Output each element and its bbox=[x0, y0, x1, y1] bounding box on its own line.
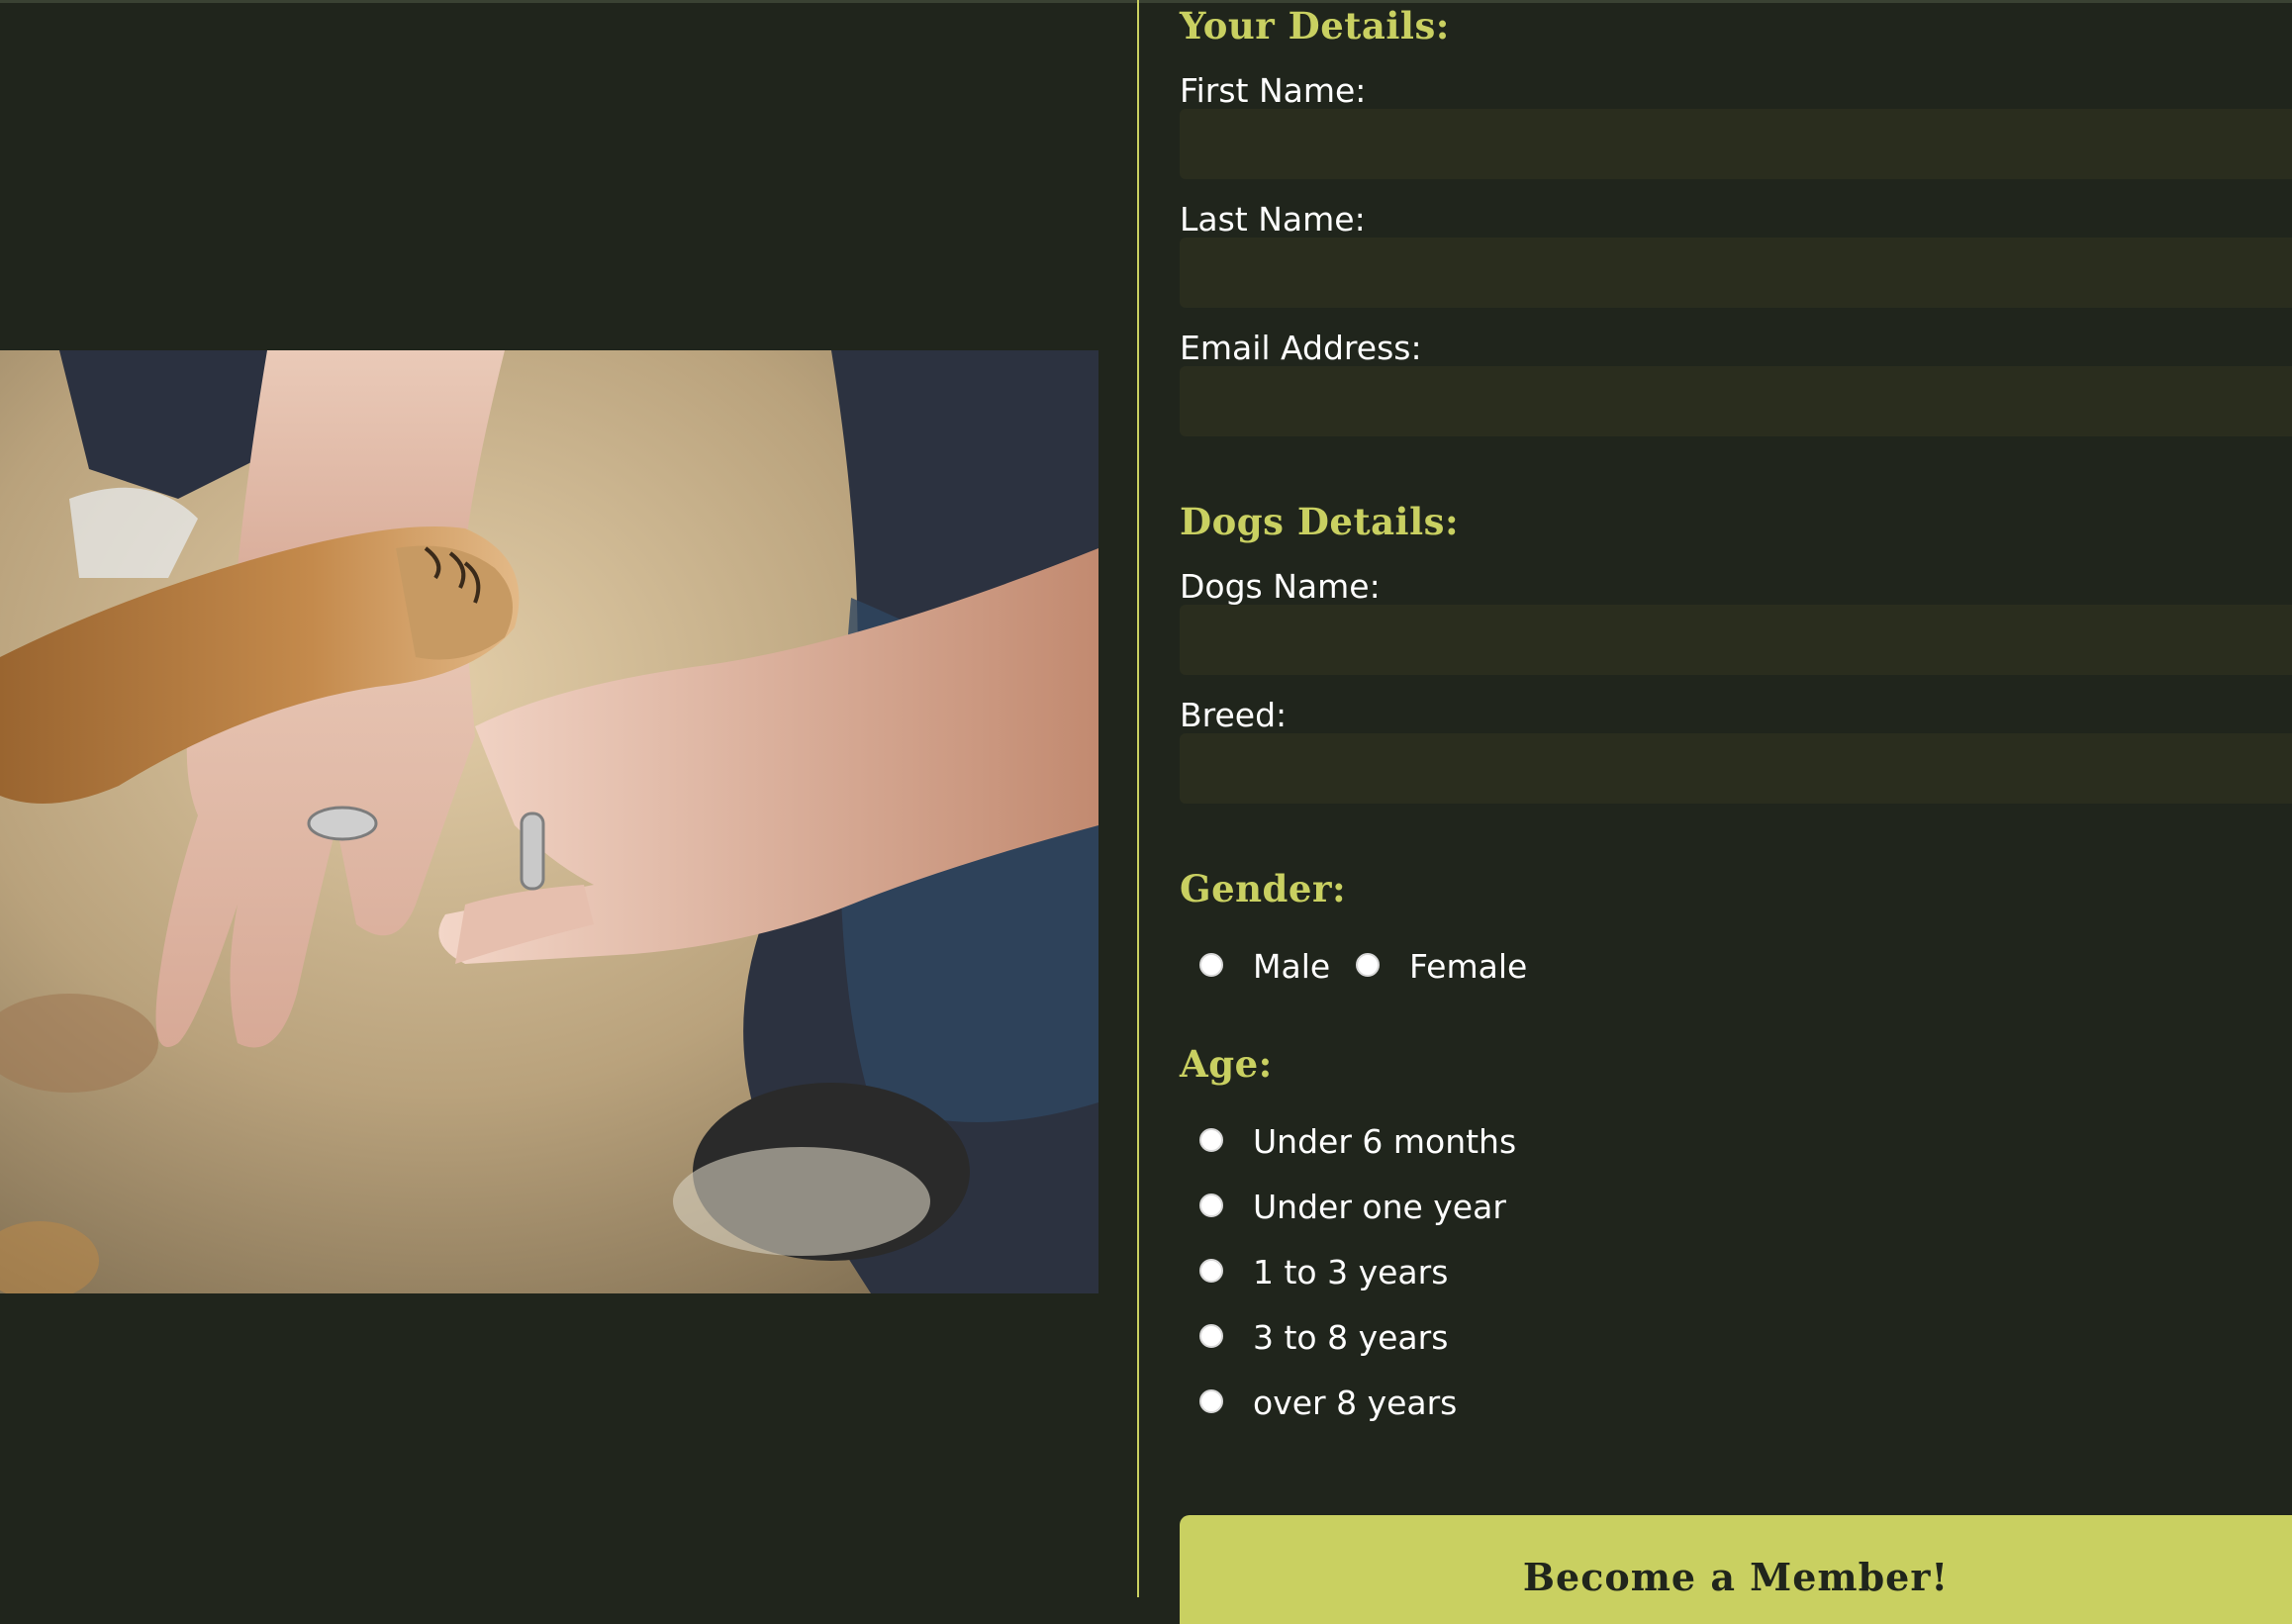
first-name-label: First Name: bbox=[1180, 71, 1367, 110]
become-member-button[interactable]: Become a Member! bbox=[1180, 1515, 2292, 1624]
age-under-6-months-radio[interactable] bbox=[1199, 1128, 1223, 1152]
age-under-one-year-radio[interactable] bbox=[1199, 1194, 1223, 1217]
hands-and-paw-photo bbox=[0, 350, 1098, 1293]
breed-input[interactable] bbox=[1180, 733, 2292, 804]
age-over-8-years-label: over 8 years bbox=[1253, 1384, 1458, 1422]
age-1-to-3-years-radio[interactable] bbox=[1199, 1259, 1223, 1283]
age-under-6-months-label: Under 6 months bbox=[1253, 1122, 1517, 1161]
gender-male-radio[interactable] bbox=[1199, 953, 1223, 977]
age-heading: Age: bbox=[1180, 1042, 1273, 1086]
email-label: Email Address: bbox=[1180, 329, 1422, 367]
first-name-input[interactable] bbox=[1180, 109, 2292, 179]
gender-female-radio[interactable] bbox=[1356, 953, 1380, 977]
gender-female-label: Female bbox=[1409, 947, 1528, 986]
gender-male-label: Male bbox=[1253, 947, 1331, 986]
age-3-to-8-years-radio[interactable] bbox=[1199, 1324, 1223, 1348]
age-over-8-years-radio[interactable] bbox=[1199, 1389, 1223, 1413]
age-1-to-3-years-label: 1 to 3 years bbox=[1253, 1253, 1449, 1291]
your-details-heading: Your Details: bbox=[1180, 4, 1450, 48]
email-input[interactable] bbox=[1180, 366, 2292, 436]
membership-form: Your Details: First Name: Last Name: Ema… bbox=[1180, 0, 2292, 1624]
age-3-to-8-years-label: 3 to 8 years bbox=[1253, 1318, 1449, 1357]
gender-heading: Gender: bbox=[1180, 867, 1347, 910]
dogs-name-input[interactable] bbox=[1180, 605, 2292, 675]
breed-label: Breed: bbox=[1180, 696, 1288, 734]
dogs-name-label: Dogs Name: bbox=[1180, 567, 1381, 606]
last-name-label: Last Name: bbox=[1180, 200, 1366, 239]
last-name-input[interactable] bbox=[1180, 238, 2292, 308]
vertical-divider bbox=[1137, 0, 1139, 1597]
age-under-one-year-label: Under one year bbox=[1253, 1188, 1506, 1226]
dogs-details-heading: Dogs Details: bbox=[1180, 500, 1460, 543]
